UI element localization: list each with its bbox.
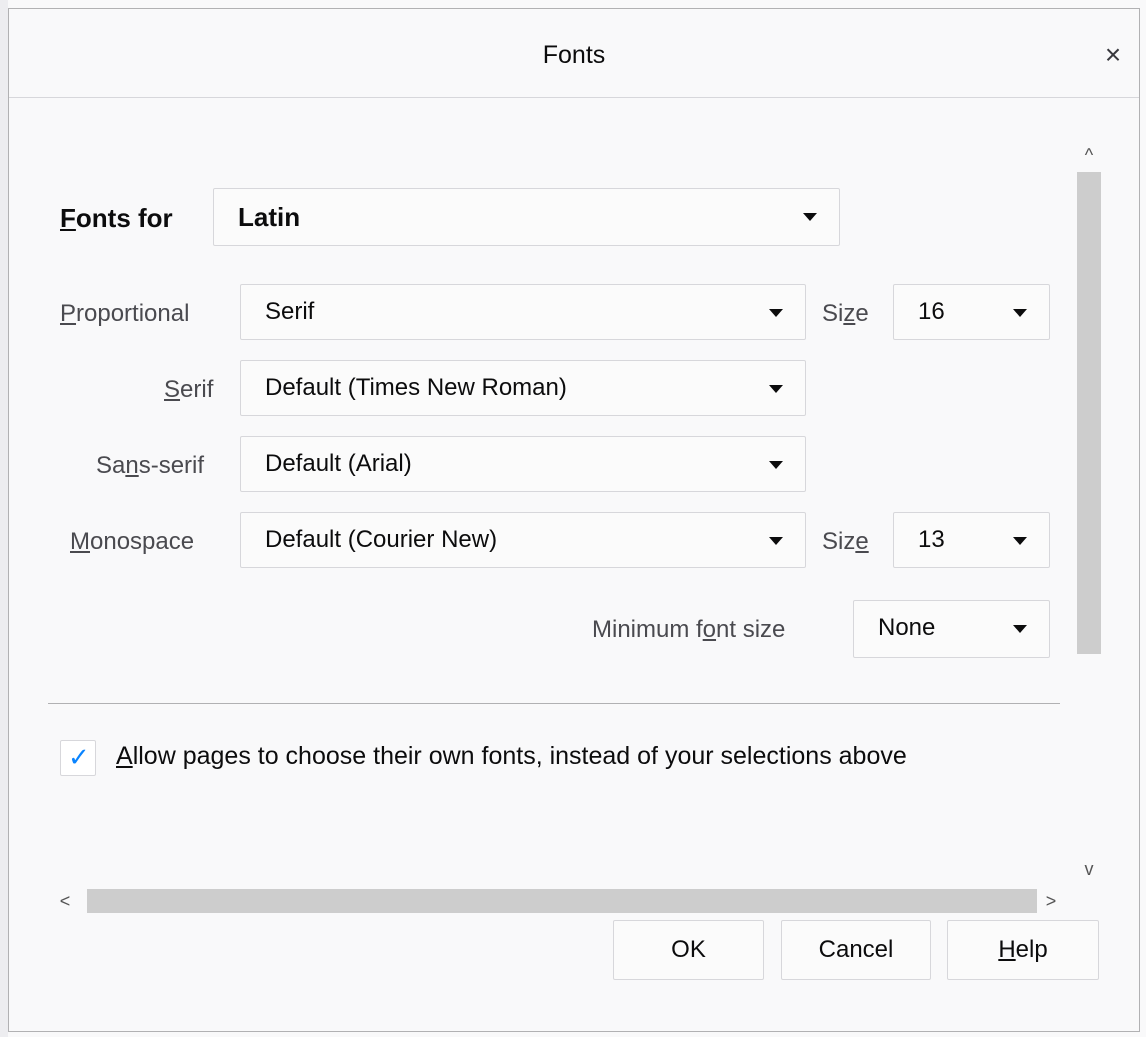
scroll-right-icon[interactable]: > <box>1036 886 1066 916</box>
vertical-scrollbar[interactable]: ^ v <box>1074 140 1104 884</box>
proportional-label: Proportional <box>60 300 190 327</box>
sans-serif-label: Sans-serif <box>96 452 205 479</box>
proportional-value: Serif <box>265 298 315 325</box>
horizontal-scroll-thumb[interactable] <box>87 889 1037 913</box>
proportional-select[interactable]: Serif <box>240 284 806 340</box>
monospace-size-label: Size <box>822 528 869 555</box>
monospace-size-value: 13 <box>918 526 945 553</box>
minimum-font-size-select[interactable]: None <box>853 600 1050 658</box>
dialog-titlebar: Fonts × <box>9 9 1139 98</box>
monospace-size-select[interactable]: 13 <box>893 512 1050 568</box>
scroll-left-icon[interactable]: < <box>50 886 80 916</box>
close-icon[interactable]: × <box>1095 37 1131 73</box>
chevron-down-icon <box>769 385 783 393</box>
chevron-down-icon <box>803 213 817 221</box>
fonts-for-label: Fonts for <box>60 203 173 233</box>
chevron-down-icon <box>1013 309 1027 317</box>
chevron-down-icon <box>769 537 783 545</box>
backdrop <box>0 0 8 1037</box>
chevron-down-icon <box>769 461 783 469</box>
chevron-down-icon <box>1013 625 1027 633</box>
serif-select[interactable]: Default (Times New Roman) <box>240 360 806 416</box>
proportional-size-select[interactable]: 16 <box>893 284 1050 340</box>
fonts-for-value: Latin <box>238 202 301 232</box>
serif-label: Serif <box>164 376 214 403</box>
help-button[interactable]: Help <box>947 920 1099 980</box>
sans-serif-value: Default (Arial) <box>265 450 412 477</box>
fonts-for-select[interactable]: Latin <box>213 188 840 246</box>
dialog-title: Fonts <box>542 41 606 69</box>
ok-button[interactable]: OK <box>613 920 764 980</box>
proportional-size-label: Size <box>822 300 869 327</box>
allow-pages-label[interactable]: Allow pages to choose their own fonts, i… <box>116 742 907 771</box>
minimum-font-size-label: Minimum font size <box>592 616 786 643</box>
cancel-button[interactable]: Cancel <box>781 920 931 980</box>
chevron-down-icon <box>1013 537 1027 545</box>
check-icon: ✓ <box>68 742 90 772</box>
vertical-scroll-thumb[interactable] <box>1077 172 1101 654</box>
monospace-value: Default (Courier New) <box>265 526 498 553</box>
monospace-label: Monospace <box>70 528 195 555</box>
monospace-select[interactable]: Default (Courier New) <box>240 512 806 568</box>
scroll-up-icon[interactable]: ^ <box>1074 140 1104 170</box>
sans-serif-select[interactable]: Default (Arial) <box>240 436 806 492</box>
minimum-font-size-value: None <box>878 614 936 641</box>
section-divider <box>48 703 1060 704</box>
serif-value: Default (Times New Roman) <box>265 374 567 401</box>
chevron-down-icon <box>769 309 783 317</box>
allow-pages-checkbox[interactable]: ✓ <box>60 740 96 776</box>
horizontal-scrollbar[interactable]: < > <box>50 886 1106 916</box>
proportional-size-value: 16 <box>918 298 945 325</box>
scroll-down-icon[interactable]: v <box>1074 854 1104 884</box>
